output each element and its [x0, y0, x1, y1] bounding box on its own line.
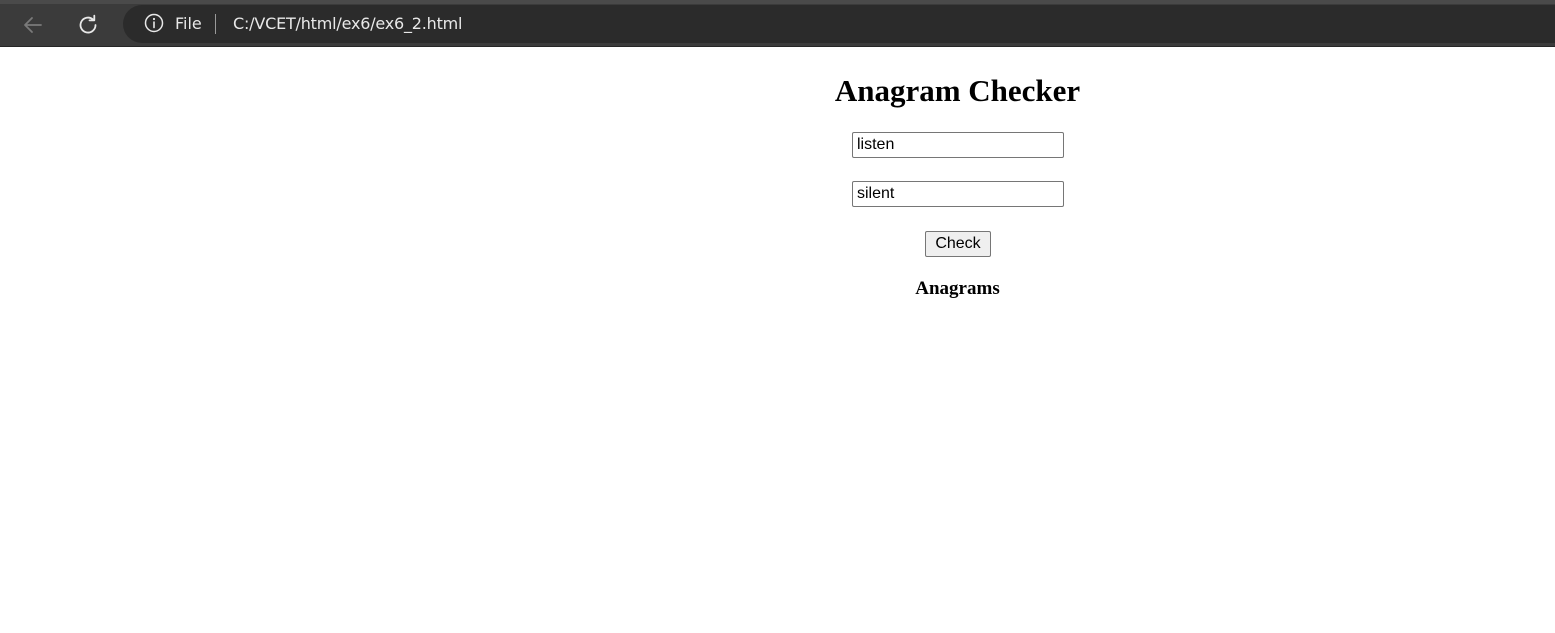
result-text: Anagrams	[915, 278, 1000, 299]
info-icon[interactable]	[144, 13, 164, 33]
address-separator	[215, 14, 216, 34]
scheme-label: File	[175, 14, 202, 33]
word1-input[interactable]	[852, 132, 1064, 158]
reload-button[interactable]	[71, 8, 105, 42]
arrow-left-icon	[21, 13, 45, 37]
back-button[interactable]	[16, 8, 50, 42]
page-title: Anagram Checker	[834, 73, 1081, 108]
address-bar[interactable]: File C:/VCET/html/ex6/ex6_2.html	[123, 5, 1555, 43]
reload-icon	[76, 13, 100, 37]
browser-toolbar: File C:/VCET/html/ex6/ex6_2.html	[0, 0, 1555, 47]
check-button[interactable]: Check	[925, 231, 991, 257]
page-content: Anagram Checker Check Anagrams	[360, 47, 1555, 633]
url-text[interactable]: C:/VCET/html/ex6/ex6_2.html	[233, 14, 463, 34]
word2-input[interactable]	[852, 181, 1064, 207]
